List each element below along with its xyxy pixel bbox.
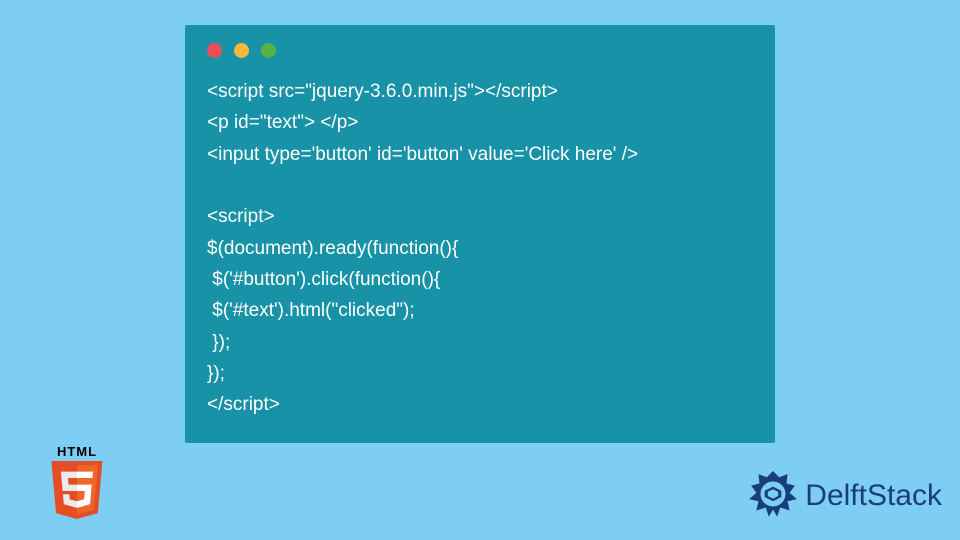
delftstack-logo: DelftStack [747,470,942,522]
html5-badge: HTML [42,444,112,524]
code-window: <script src="jquery-3.6.0.min.js"></scri… [185,25,775,443]
minimize-icon[interactable] [234,43,249,58]
html5-label: HTML [42,444,112,459]
maximize-icon[interactable] [261,43,276,58]
close-icon[interactable] [207,43,222,58]
delftstack-icon [747,470,799,522]
window-titlebar [207,41,753,76]
delftstack-label: DelftStack [805,479,942,513]
html5-shield-icon [48,461,106,519]
code-snippet: <script src="jquery-3.6.0.min.js"></scri… [207,76,753,421]
